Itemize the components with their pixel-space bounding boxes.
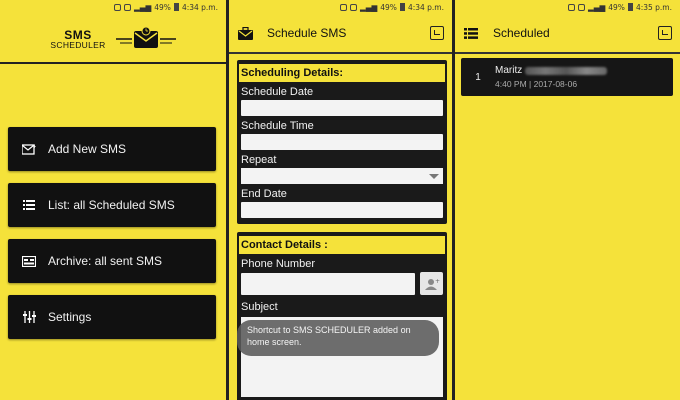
contact-details-card: Contact Details : Phone Number + Subject [237,232,447,400]
app-header: SMS SCHEDULER [0,14,226,64]
phone-number-input[interactable] [241,272,415,295]
archive-icon [22,255,36,267]
screenshot-collage: ▂▄▆ 49% 4:34 p.m. SMS SCHEDULER + Add Ne… [0,0,680,400]
subject-label: Subject [241,301,278,313]
menu-item-label: Settings [48,310,92,324]
section-title: Contact Details : [239,236,445,254]
status-bar: ▂▄▆ 49% 4:34 p.m. [0,0,226,14]
screen-title: Schedule SMS [267,26,347,40]
signal-icon: ▂▄▆ [133,2,152,12]
menu-add-new-sms[interactable]: + Add New SMS [8,127,216,171]
svg-text:+: + [33,144,37,150]
exit-button[interactable] [430,26,444,40]
schedule-time-label: Schedule Time [241,120,314,132]
envelope-add-icon: + [22,143,36,155]
alarm-icon [567,3,575,11]
clock: 4:34 p.m. [407,2,444,12]
signal-icon: ▂▄▆ [587,2,606,12]
screen-title: Scheduled [493,26,550,40]
dropdown-arrow-icon [429,173,439,179]
battery-icon [173,3,179,11]
menu-item-label: List: all Scheduled SMS [48,198,175,212]
end-date-label: End Date [241,188,287,200]
home-screen: ▂▄▆ 49% 4:34 p.m. SMS SCHEDULER + Add Ne… [0,0,226,400]
signal-icon: ▂▄▆ [359,2,378,12]
toast-message: Shortcut to SMS SCHEDULER added on home … [237,320,439,356]
battery-icon [627,3,633,11]
contact-picker-button[interactable]: + [420,272,443,295]
battery-percent: 49% [380,2,397,12]
recipient-name: Maritz [495,65,523,76]
repeat-select[interactable] [241,168,443,184]
schedule-time-input[interactable] [241,134,443,150]
list-icon [22,199,36,211]
status-bar: ▂▄▆ 49% 4:34 p.m. [229,0,452,14]
end-date-input[interactable] [241,202,443,218]
scheduling-details-card: Scheduling Details: Schedule Date Schedu… [237,60,447,224]
phone-number-label: Phone Number [241,258,315,270]
list-icon [463,26,479,40]
wifi-icon [577,3,585,11]
logo-line-2: SCHEDULER [50,39,106,50]
repeat-label: Repeat [241,154,277,166]
menu-item-label: Add New SMS [48,142,127,156]
briefcase-envelope-icon [237,26,253,40]
wifi-icon [123,3,131,11]
sliders-icon [22,311,36,323]
alarm-icon [339,3,347,11]
menu-settings[interactable]: Settings [8,295,216,339]
logo-envelope-icon [115,25,176,53]
item-index: 1 [475,71,481,83]
contact-icon: + [424,278,440,290]
scheduled-list-screen: ▂▄▆ 49% 4:35 p.m. Scheduled 1 Maritz 4:4… [452,0,680,400]
app-bar: Schedule SMS [229,14,452,54]
menu-list-scheduled[interactable]: List: all Scheduled SMS [8,183,216,227]
battery-percent: 49% [608,2,625,12]
section-title: Scheduling Details: [239,64,445,82]
clock: 4:34 p.m. [181,2,218,12]
menu-item-label: Archive: all sent SMS [48,254,163,268]
logo-line-1: SMS [64,27,92,42]
battery-percent: 49% [154,2,171,12]
svg-text:+: + [435,278,440,285]
redacted-number [525,66,608,75]
main-menu: + Add New SMS List: all Scheduled SMS Ar… [8,127,216,351]
scheduled-sms-item[interactable]: 1 Maritz 4:40 PM | 2017-08-06 [461,58,673,96]
scheduled-time: 4:40 PM | 2017-08-06 [495,79,578,89]
clock: 4:35 p.m. [635,2,672,12]
app-bar: Scheduled [455,14,680,54]
schedule-date-input[interactable] [241,100,443,116]
alarm-icon [113,3,121,11]
schedule-date-label: Schedule Date [241,86,314,98]
battery-icon [399,3,405,11]
exit-button[interactable] [658,26,672,40]
menu-archive-sent[interactable]: Archive: all sent SMS [8,239,216,283]
wifi-icon [349,3,357,11]
app-logo-text: SMS SCHEDULER [50,29,105,50]
status-bar: ▂▄▆ 49% 4:35 p.m. [455,0,680,14]
